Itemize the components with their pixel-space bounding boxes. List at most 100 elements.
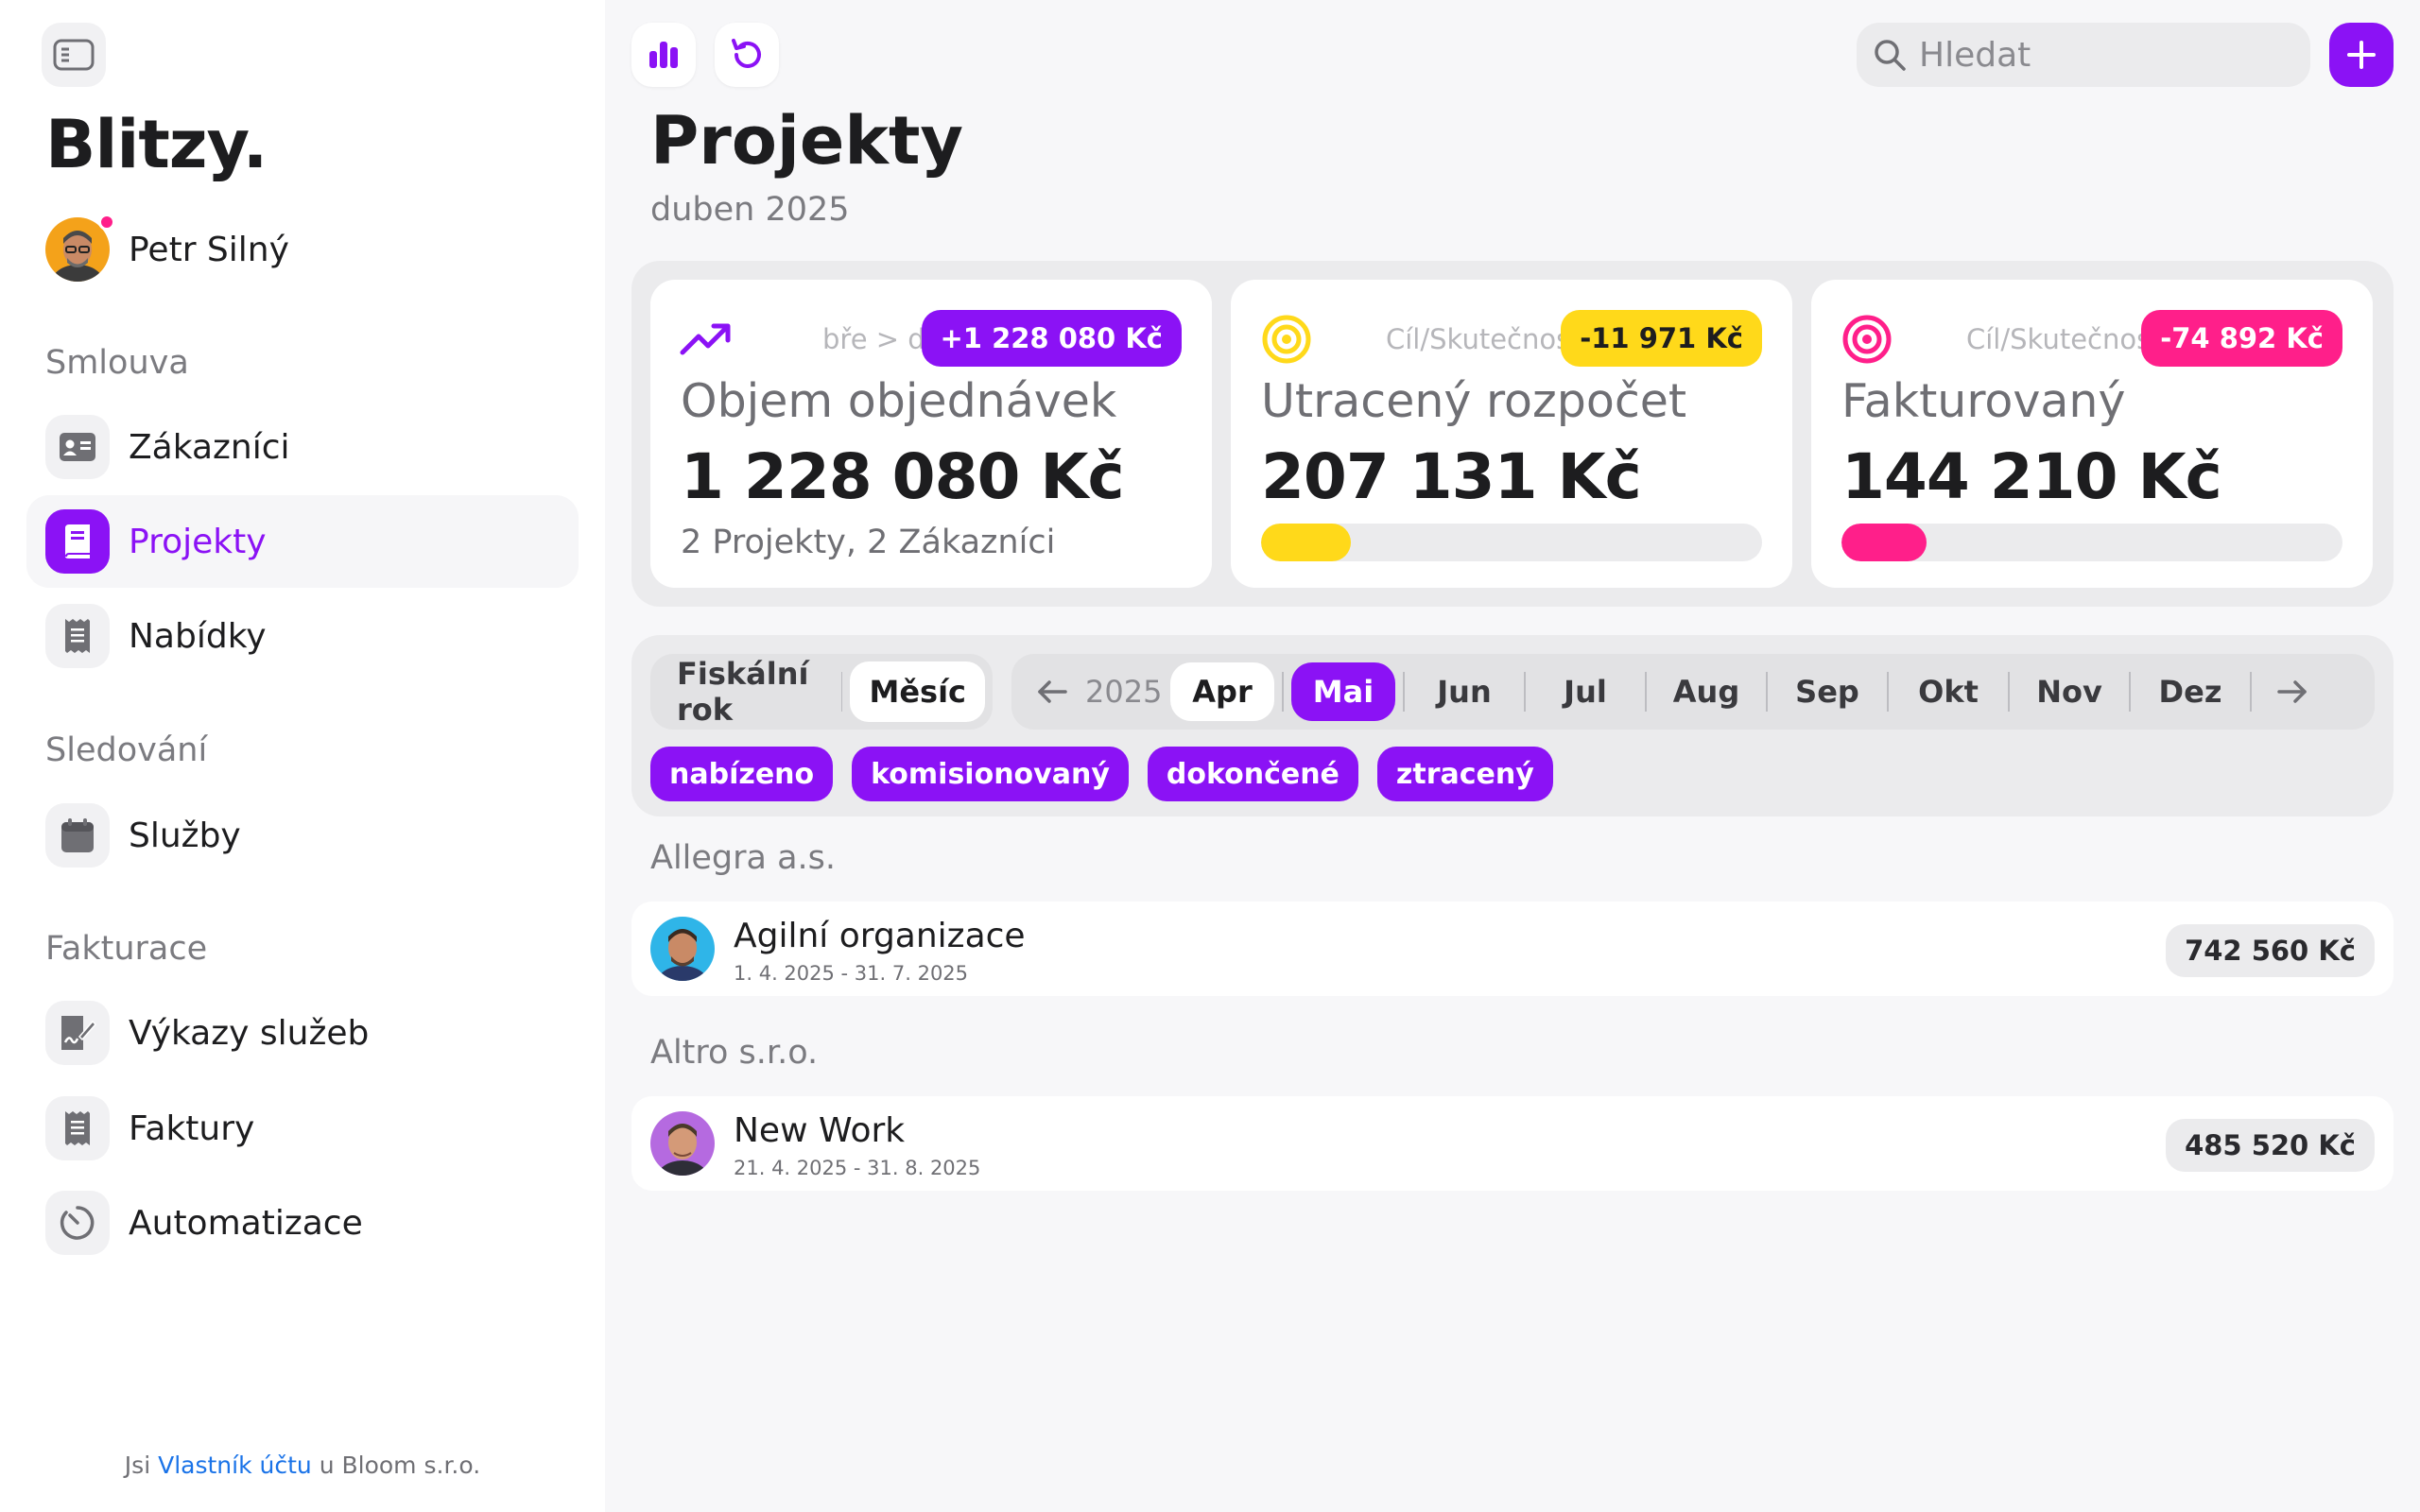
status-tag-list: nabízeno komisionovaný dokončené ztracen… [650, 747, 1572, 801]
page-title: Projekty [650, 102, 964, 180]
reset-button[interactable] [715, 23, 779, 87]
sidebar-item-label: Faktury [129, 1108, 255, 1148]
sidebar-item-projekty[interactable]: Projekty [26, 495, 579, 588]
kpi-value: 144 210 Kč [1841, 440, 2222, 513]
signed-document-icon [61, 1016, 96, 1050]
book-icon [65, 524, 90, 558]
status-tag-commissioned[interactable]: komisionovaný [852, 747, 1129, 801]
main-content: Projekty duben 2025 bře > dub +1 228 080… [605, 0, 2420, 1512]
sidebar-item-automatizace[interactable]: Automatizace [26, 1177, 579, 1269]
kpi-caption: Cíl/Skutečnost [1966, 323, 2162, 355]
sidebar: Blitzy. Petr Silný Smlouva Zákazníci Pro… [0, 0, 605, 1512]
status-tag-completed[interactable]: dokončené [1147, 747, 1358, 801]
status-tag-lost[interactable]: ztracený [1376, 747, 1553, 801]
period-option-fiscal-year[interactable]: Fiskální rok [658, 656, 834, 728]
kpi-panel: bře > dub +1 228 080 Kč Objem objednávek… [631, 261, 2394, 607]
progress-bar [1261, 524, 1762, 561]
search-input[interactable] [1919, 35, 2278, 75]
progress-fill [1261, 524, 1352, 561]
user-profile[interactable]: Petr Silný [45, 214, 289, 282]
timer-icon [60, 1206, 95, 1240]
month-aug[interactable]: Aug [1654, 662, 1758, 721]
add-button[interactable] [2329, 23, 2394, 87]
sidebar-item-sluzby[interactable]: Služby [26, 789, 579, 882]
divider [1766, 672, 1768, 712]
project-amount: 742 560 Kč [2166, 924, 2375, 977]
account-owner-link[interactable]: Vlastník účtu [158, 1452, 312, 1479]
project-amount: 485 520 Kč [2166, 1119, 2375, 1172]
project-name: Agilní organizace [734, 917, 1026, 955]
user-name: Petr Silný [129, 230, 289, 269]
filter-panel: Fiskální rok Měsíc 2025 Apr Mai Jun Jul … [631, 635, 2394, 816]
divider [1282, 672, 1284, 712]
bar-chart-icon [649, 42, 678, 68]
chart-view-button[interactable] [631, 23, 696, 87]
divider [2129, 672, 2131, 712]
project-dates: 21. 4. 2025 - 31. 8. 2025 [734, 1157, 981, 1179]
kpi-card-spent-budget[interactable]: Cíl/Skutečnost -11 971 Kč Utracený rozpo… [1231, 280, 1792, 588]
avatar [650, 917, 715, 981]
month-apr[interactable]: Apr [1170, 662, 1274, 721]
kpi-value: 207 131 Kč [1261, 440, 1642, 513]
arrow-left-icon [1038, 680, 1067, 703]
sidebar-item-label: Nabídky [129, 616, 267, 656]
account-note-prefix: Jsi [124, 1452, 151, 1479]
month-okt[interactable]: Okt [1896, 662, 2000, 721]
notification-dot [98, 214, 115, 231]
section-title-smlouva: Smlouva [45, 344, 189, 382]
receipt-icon [65, 1111, 90, 1145]
kpi-card-order-volume[interactable]: bře > dub +1 228 080 Kč Objem objednávek… [650, 280, 1212, 588]
sidebar-toggle-button[interactable] [42, 23, 106, 87]
divider [1645, 672, 1647, 712]
month-dez[interactable]: Dez [2138, 662, 2242, 721]
project-row[interactable]: New Work 21. 4. 2025 - 31. 8. 2025 485 5… [631, 1096, 2394, 1191]
month-mai[interactable]: Mai [1291, 662, 1395, 721]
divider [2250, 672, 2252, 712]
kpi-badge: +1 228 080 Kč [921, 310, 1182, 367]
arrow-right-icon [2277, 680, 2307, 703]
project-name: New Work [734, 1111, 906, 1150]
next-month-button[interactable] [2259, 662, 2325, 722]
divider [1887, 672, 1889, 712]
month-selector: 2025 Apr Mai Jun Jul Aug Sep Okt Nov Dez [1011, 654, 2375, 730]
sidebar-item-nabidky[interactable]: Nabídky [26, 590, 579, 682]
kpi-value: 1 228 080 Kč [681, 440, 1125, 513]
kpi-badge: -11 971 Kč [1561, 310, 1762, 367]
kpi-caption: Cíl/Skutečnost [1386, 323, 1582, 355]
project-row[interactable]: Agilní organizace 1. 4. 2025 - 31. 7. 20… [631, 902, 2394, 996]
month-sep[interactable]: Sep [1775, 662, 1879, 721]
sidebar-item-label: Automatizace [129, 1203, 363, 1243]
sidebar-item-faktury[interactable]: Faktury [26, 1082, 579, 1175]
progress-bar [1841, 524, 2342, 561]
sidebar-item-label: Projekty [129, 522, 267, 561]
sidebar-item-vykazy-sluzeb[interactable]: Výkazy služeb [26, 987, 579, 1079]
kpi-title: Objem objednávek [681, 374, 1117, 428]
kpi-card-invoiced[interactable]: Cíl/Skutečnost -74 892 Kč Fakturovaný 14… [1811, 280, 2373, 588]
target-icon [1842, 315, 1892, 364]
account-note: Jsi Vlastník účtu u Bloom s.r.o. [0, 1452, 605, 1479]
trend-up-icon [680, 323, 731, 355]
search-box[interactable] [1857, 23, 2310, 87]
sidebar-item-label: Služby [129, 816, 241, 855]
app-logo: Blitzy. [45, 106, 268, 183]
sidebar-icon [53, 39, 95, 71]
avatar [650, 1111, 715, 1176]
sidebar-item-label: Výkazy služeb [129, 1013, 370, 1053]
month-nov[interactable]: Nov [2017, 662, 2121, 721]
avatar [45, 214, 115, 282]
divider [2008, 672, 2010, 712]
account-note-suffix: u Bloom s.r.o. [319, 1452, 481, 1479]
period-option-month[interactable]: Měsíc [850, 662, 985, 722]
status-tag-offered[interactable]: nabízeno [650, 747, 834, 801]
month-jun[interactable]: Jun [1412, 662, 1516, 721]
kpi-title: Fakturovaný [1841, 374, 2126, 428]
sidebar-item-zakaznici[interactable]: Zákazníci [26, 401, 579, 493]
prev-month-button[interactable] [1019, 662, 1085, 722]
period-segmented-control: Fiskální rok Měsíc [650, 654, 993, 730]
section-title-sledovani: Sledování [45, 731, 208, 769]
month-jul[interactable]: Jul [1533, 662, 1637, 721]
sidebar-item-label: Zákazníci [129, 427, 290, 467]
page-subtitle: duben 2025 [650, 191, 850, 229]
undo-icon [732, 39, 761, 68]
customer-group-title: Allegra a.s. [650, 839, 837, 877]
